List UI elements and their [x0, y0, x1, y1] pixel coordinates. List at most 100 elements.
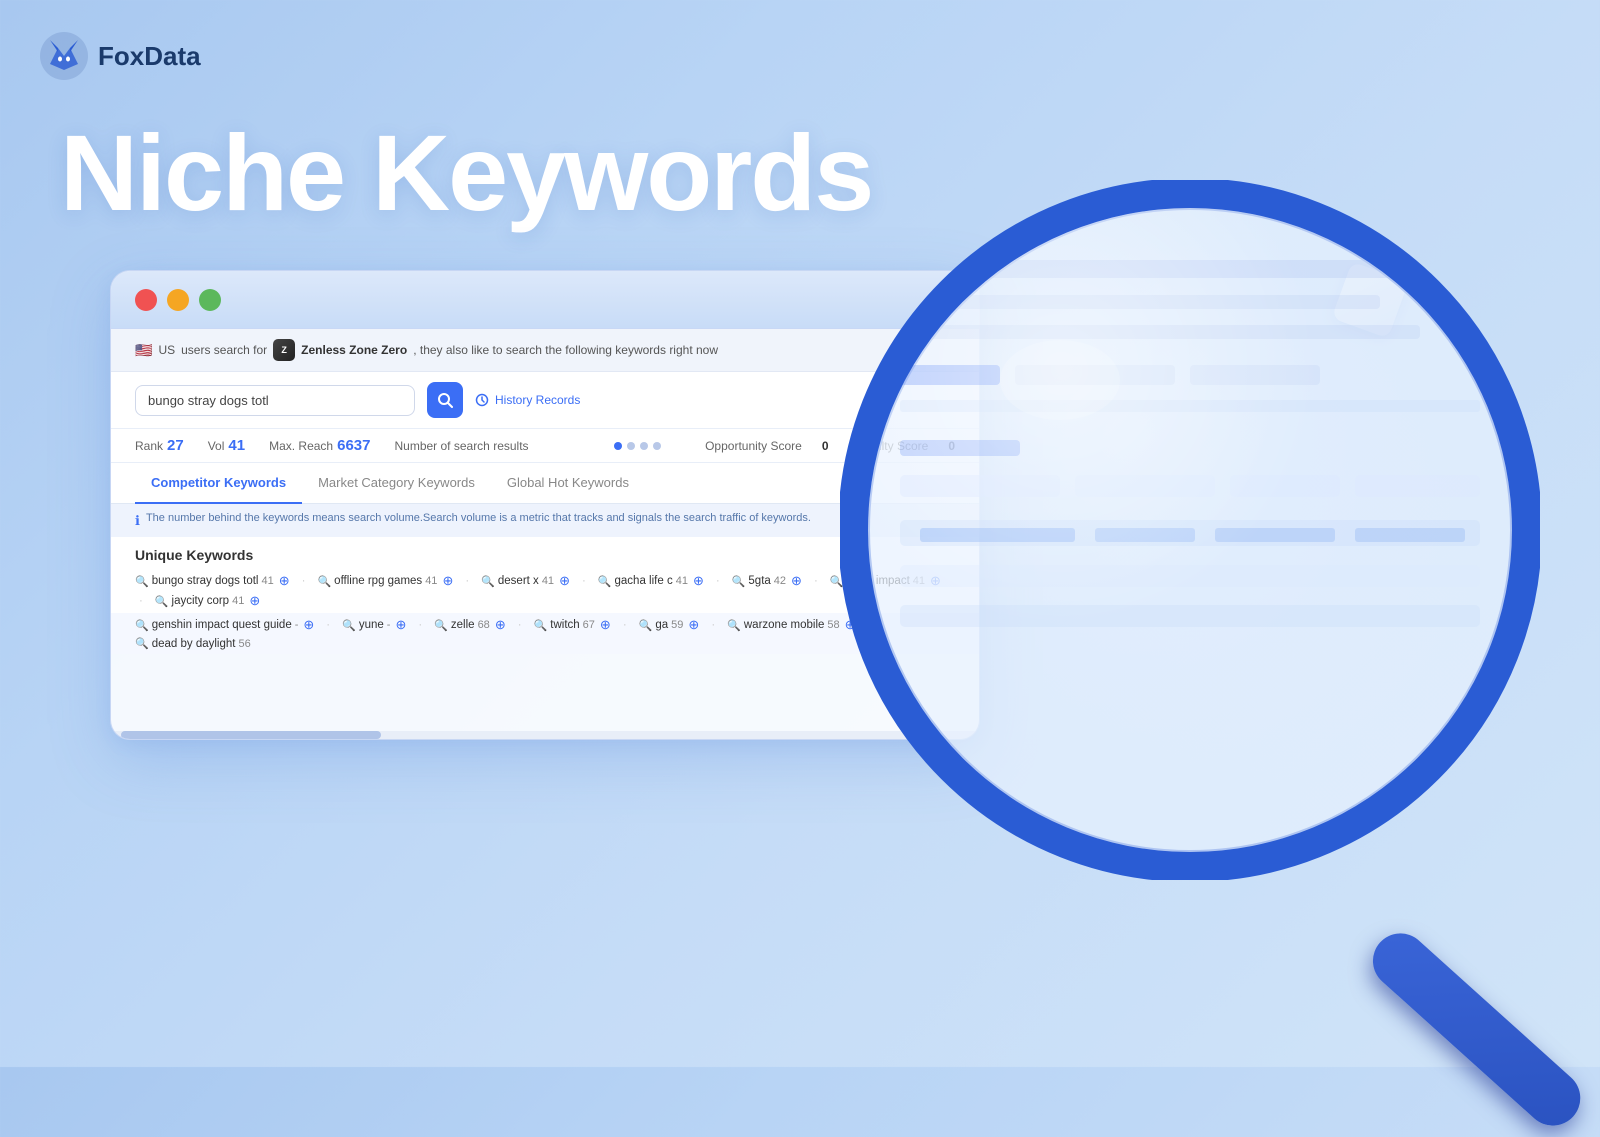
kw-add-btn[interactable]: ⊕: [930, 573, 941, 589]
kw-separator: ·: [465, 575, 469, 587]
kw-vol: 41: [913, 575, 925, 587]
search-row: History Records: [111, 372, 979, 429]
kw-item: 🔍 offline rpg games 41 ⊕: [317, 573, 453, 589]
kw-separator: ·: [623, 619, 627, 631]
kw-separator: ·: [302, 575, 306, 587]
kw-search-icon: 🔍: [732, 575, 746, 588]
kw-search-icon: 🔍: [135, 637, 149, 650]
info-note: ℹ The number behind the keywords means s…: [111, 504, 979, 537]
browser-titlebar: [111, 271, 979, 329]
stat-rank: Rank 27: [135, 437, 184, 454]
unique-keywords-title: Unique Keywords: [111, 537, 979, 569]
kw-search-icon: 🔍: [727, 619, 741, 632]
kw-add-btn[interactable]: ⊕: [442, 573, 453, 589]
window-close-dot[interactable]: [135, 289, 157, 311]
kw-item: 🔍 twitch 67 ⊕: [534, 617, 611, 633]
history-icon: [475, 393, 489, 407]
country-code: US: [158, 343, 175, 357]
kw-add-btn[interactable]: ⊕: [845, 617, 856, 633]
kw-item: 🔍 yune - ⊕: [342, 617, 406, 633]
kw-add-btn[interactable]: ⊕: [600, 617, 611, 633]
kw-item: 🔍 5gta 42 ⊕: [732, 573, 802, 589]
window-maximize-dot[interactable]: [199, 289, 221, 311]
kw-separator: ·: [716, 575, 720, 587]
kw-separator: ·: [518, 619, 522, 631]
kw-name: dead by daylight: [152, 638, 236, 650]
nav-dot-2[interactable]: [627, 442, 635, 450]
kw-search-icon: 🔍: [135, 575, 149, 588]
kw-separator: ·: [868, 619, 872, 631]
kw-search-icon: 🔍: [317, 575, 331, 588]
stat-rank-value: 27: [167, 437, 184, 454]
browser-content: 🇺🇸 US users search for Z Zenless Zone Ze…: [111, 329, 979, 654]
stat-vol-value: 41: [228, 437, 245, 454]
stat-maxreach: Max. Reach 6637: [269, 437, 370, 454]
nav-dot-1[interactable]: [614, 442, 622, 450]
kw-name: earth impact: [847, 575, 910, 587]
kw-add-btn[interactable]: ⊕: [559, 573, 570, 589]
kw-search-icon: 🔍: [639, 619, 653, 632]
nav-dot-3[interactable]: [640, 442, 648, 450]
kw-item: 🔍 gacha life c 41 ⊕: [598, 573, 704, 589]
tab-market-category[interactable]: Market Category Keywords: [302, 463, 491, 504]
scrollbar[interactable]: [111, 731, 979, 739]
kw-vol: 41: [542, 575, 554, 587]
search-button[interactable]: [427, 382, 463, 418]
kw-add-btn[interactable]: ⊕: [303, 617, 314, 633]
search-input[interactable]: [135, 385, 415, 416]
history-records-button[interactable]: History Records: [475, 393, 580, 407]
kw-separator: ·: [139, 595, 143, 607]
country-flag: 🇺🇸: [135, 342, 152, 359]
kw-search-icon: 🔍: [598, 575, 612, 588]
kw-vol: -: [295, 619, 299, 631]
difficulty-label: Difficulty Score: [849, 439, 929, 453]
logo-area: FoxData: [40, 32, 201, 80]
kw-vol: -: [387, 619, 391, 631]
kw-add-btn[interactable]: ⊕: [791, 573, 802, 589]
stat-results: Number of search results: [394, 439, 528, 453]
kw-add-btn[interactable]: ⊕: [249, 593, 260, 609]
app-name: Zenless Zone Zero: [301, 343, 407, 357]
tab-global-hot[interactable]: Global Hot Keywords: [491, 463, 645, 504]
kw-item: 🔍 earth impact 41 ⊕: [830, 573, 941, 589]
kw-name: bungo stray dogs totl: [152, 575, 259, 587]
stat-vol: Vol 41: [208, 437, 245, 454]
kw-vol: 58: [827, 619, 839, 631]
kw-add-btn[interactable]: ⊕: [395, 617, 406, 633]
kw-search-icon: 🔍: [534, 619, 548, 632]
info-suffix: , they also like to search the following…: [413, 343, 718, 357]
unique-keywords-label: Unique Keywords: [135, 547, 253, 563]
info-icon: ℹ: [135, 513, 140, 529]
kw-name: offline rpg games: [334, 575, 422, 587]
decoration-accent: [1332, 262, 1409, 339]
kw-add-btn[interactable]: ⊕: [693, 573, 704, 589]
opportunity-value: 0: [822, 439, 829, 453]
kw-name: 5gta: [748, 575, 770, 587]
scrollbar-thumb[interactable]: [121, 731, 381, 739]
keyword-row-1: 🔍 bungo stray dogs totl 41 ⊕ · 🔍 offline…: [111, 569, 979, 613]
kw-separator: ·: [582, 575, 586, 587]
kw-search-icon: 🔍: [481, 575, 495, 588]
kw-add-btn[interactable]: ⊕: [495, 617, 506, 633]
info-bar: 🇺🇸 US users search for Z Zenless Zone Ze…: [111, 329, 979, 372]
opportunity-label: Opportunity Score: [705, 439, 802, 453]
kw-vol: 41: [261, 575, 273, 587]
window-minimize-dot[interactable]: [167, 289, 189, 311]
tab-competitor-keywords[interactable]: Competitor Keywords: [135, 463, 302, 504]
nav-dot-4[interactable]: [653, 442, 661, 450]
kw-search-icon: 🔍: [155, 595, 169, 608]
kw-add-btn[interactable]: ⊕: [279, 573, 290, 589]
kw-add-btn[interactable]: ⊕: [688, 617, 699, 633]
scores-area: Opportunity Score 0 Difficulty Score 0: [705, 439, 955, 453]
stat-rank-label: Rank: [135, 439, 163, 453]
kw-name: desert x: [498, 575, 539, 587]
kw-name: zelle: [451, 619, 475, 631]
kw-search-icon: 🔍: [830, 575, 844, 588]
tabs-row: Competitor Keywords Market Category Keyw…: [111, 463, 979, 504]
stat-results-label: Number of search results: [394, 439, 528, 453]
hero-title: Niche Keywords: [60, 110, 872, 235]
info-prefix: users search for: [181, 343, 267, 357]
kw-name: ga: [655, 619, 668, 631]
kw-separator: ·: [326, 619, 330, 631]
kw-item: 🔍 desert x 41 ⊕: [481, 573, 570, 589]
